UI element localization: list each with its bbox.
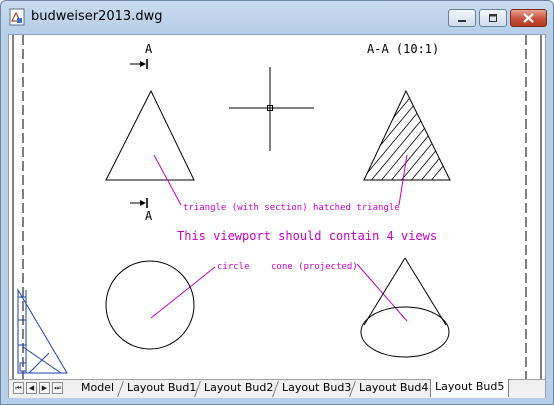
cone-view	[360, 257, 450, 358]
crosshair-cursor-icon	[229, 67, 314, 151]
restore-button[interactable]	[479, 9, 507, 27]
drawing-area[interactable]: A A A-A (10:1) triangle (with section) h…	[8, 34, 546, 398]
paper-space-canvas[interactable]: A A A-A (10:1) triangle (with section) h…	[9, 35, 545, 379]
section-arrow-bottom-icon	[130, 198, 148, 208]
viewport-note: This viewport should contain 4 views	[177, 229, 437, 243]
circle-view	[105, 260, 195, 350]
title-bar[interactable]: budweiser2013.dwg	[1, 1, 553, 34]
window-title: budweiser2013.dwg	[31, 9, 163, 24]
triangle-view	[105, 89, 195, 181]
last-icon: ⏭	[54, 384, 61, 392]
tab-layout-bud1[interactable]: Layout Bud1	[127, 380, 196, 397]
first-icon: ⏮	[15, 384, 22, 392]
drawing-window: budweiser2013.dwg A A A-A (10:1) triangl…	[0, 0, 554, 405]
triangle-annotation: triangle (with section)	[183, 203, 308, 213]
tab-layout-bud3[interactable]: Layout Bud3	[282, 380, 351, 397]
section-label-bottom: A	[145, 209, 153, 223]
dwg-file-icon	[9, 8, 25, 26]
tab-layout-bud5[interactable]: Layout Bud5	[430, 379, 510, 397]
section-label-top: A	[145, 42, 153, 56]
prev-icon: ◀	[28, 384, 35, 392]
hatched-triangle-view	[363, 89, 451, 181]
close-button[interactable]	[510, 9, 547, 27]
tab-separator	[117, 381, 124, 397]
minimize-button[interactable]	[448, 9, 476, 27]
circle-leader	[150, 266, 216, 319]
prev-tab-button[interactable]: ◀	[26, 382, 37, 394]
first-tab-button[interactable]: ⏮	[13, 382, 24, 394]
partial-blue-object	[17, 288, 68, 374]
last-tab-button[interactable]: ⏭	[52, 382, 63, 394]
restore-icon	[489, 14, 497, 22]
section-arrow-top-icon	[130, 59, 148, 69]
hatched-triangle-annotation: hatched triangle	[313, 203, 400, 213]
tab-layout-bud2[interactable]: Layout Bud2	[204, 380, 273, 397]
circle-annotation: circle	[217, 262, 250, 272]
next-icon: ▶	[41, 384, 48, 392]
cone-leader	[356, 263, 408, 322]
minimize-icon	[458, 20, 466, 22]
tab-layout-bud4[interactable]: Layout Bud4	[359, 380, 428, 397]
tab-model[interactable]: Model	[81, 380, 114, 397]
cone-annotation: cone (projected)	[271, 262, 358, 272]
close-icon	[523, 13, 534, 23]
next-tab-button[interactable]: ▶	[39, 382, 50, 394]
section-view-title: A-A (10:1)	[367, 42, 439, 56]
layout-tab-bar: ⏮ ◀ ▶ ⏭ Model Layout Bud1 Layout Bud2 La…	[9, 379, 545, 398]
